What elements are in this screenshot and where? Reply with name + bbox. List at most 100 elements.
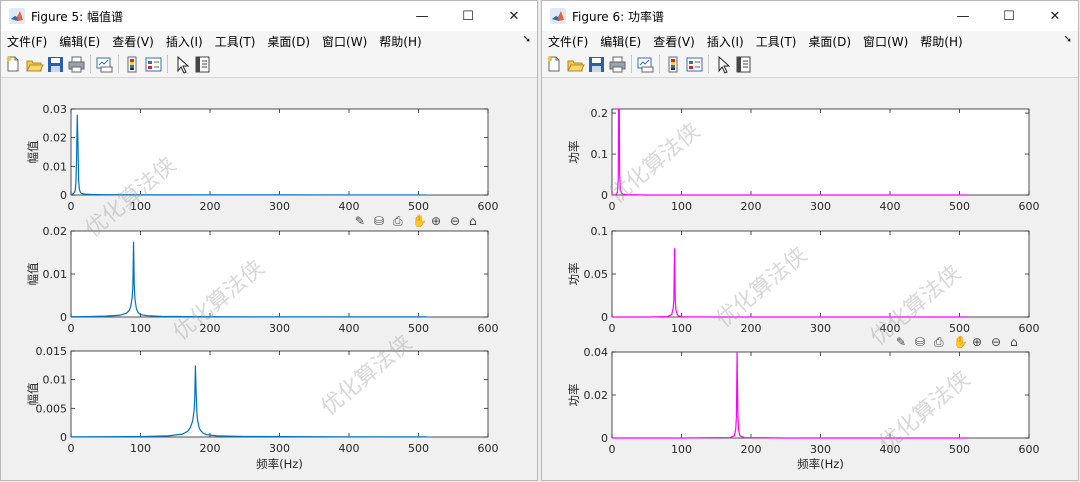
menubar: 文件(F) 编辑(E) 查看(V) 插入(I) 工具(T) 桌面(D) 窗口(W… [1,31,537,51]
new-figure-icon[interactable] [3,54,23,74]
y-tick-label: 0 [601,432,608,445]
y-tick-label: 0.1 [591,148,609,161]
x-tick-label: 0 [68,322,75,335]
axes-box [70,350,489,438]
zoom-in-icon[interactable]: ⊕ [431,214,441,228]
y-axis-label: 功率 [567,141,581,164]
axes[interactable]: 0 100 200 300 400 500 60000.050.1功率 [567,225,1040,335]
x-tick-label: 500 [949,200,970,213]
minimize-button[interactable]: — [940,1,986,31]
save-icon[interactable] [45,54,65,74]
restore-view-icon[interactable]: ⌂ [469,214,477,228]
x-tick-label: 600 [1019,322,1040,335]
property-inspector-icon[interactable] [733,54,753,74]
pan-hand-icon[interactable]: ✋ [412,214,427,228]
menu-window[interactable]: 窗口(W) [316,33,373,50]
property-inspector-icon[interactable] [192,54,212,74]
dock-arrow-icon[interactable]: ➘ [1064,34,1072,45]
x-tick-label: 200 [200,200,221,213]
menu-help[interactable]: 帮助(H) [914,33,968,50]
menu-view[interactable]: 查看(V) [647,33,701,50]
menu-desktop[interactable]: 桌面(D) [261,33,316,50]
x-tick-label: 300 [269,442,290,455]
link-plot-icon[interactable] [94,54,114,74]
menu-view[interactable]: 查看(V) [106,33,160,50]
menu-edit[interactable]: 编辑(E) [594,33,647,50]
export-icon[interactable]: ⎙ [934,335,944,349]
y-axis-label: 幅值 [26,382,40,405]
x-axis-label: 频率(Hz) [797,457,844,471]
data-tips-icon[interactable]: ⛁ [374,214,384,228]
insert-legend-icon[interactable] [684,54,704,74]
menu-tools[interactable]: 工具(T) [209,33,262,50]
edit-plot-arrow-icon[interactable] [712,54,732,74]
print-icon[interactable] [66,54,86,74]
menu-file[interactable]: 文件(F) [1,33,53,50]
matlab-logo-icon [9,8,25,24]
link-plot-icon[interactable] [635,54,655,74]
x-tick-label: 600 [478,442,499,455]
export-icon[interactable]: ⎙ [393,214,403,228]
data-tips-icon[interactable]: ⛁ [915,335,925,349]
x-tick-label: 300 [810,443,831,456]
axes[interactable]: 0 100 200 300 400 500 600 0 0.005 0.01 0.015 幅值 [26,345,499,455]
y-tick-label: 0.01 [43,374,68,387]
window-titlebar[interactable]: Figure 6: 功率谱 — ☐ ✕ [542,1,1078,31]
restore-view-icon[interactable]: ⌂ [1010,335,1018,349]
menu-window[interactable]: 窗口(W) [857,33,914,50]
axes[interactable]: 0 100 200 300 400 500 60000.010.020.03幅值 [26,103,499,213]
x-tick-label: 100 [671,200,692,213]
axes-box [611,351,1030,439]
x-tick-label: 500 [408,322,429,335]
zoom-out-icon[interactable]: ⊖ [991,335,1001,349]
insert-legend-icon[interactable] [143,54,163,74]
brush-icon[interactable]: ✎ [355,214,365,228]
window-titlebar[interactable]: Figure 5: 幅值谱 — ☐ ✕ [1,1,537,31]
axes-toolbar: ✎ ⛁ ⎙ ✋ ⊕ ⊖ ⌂ [355,214,477,228]
menu-file[interactable]: 文件(F) [542,33,594,50]
edit-plot-arrow-icon[interactable] [171,54,191,74]
x-tick-label: 0 [68,200,75,213]
maximize-button[interactable]: ☐ [445,1,491,31]
x-tick-label: 400 [339,442,360,455]
menu-insert[interactable]: 插入(I) [701,33,750,50]
y-tick-label: 0.05 [584,268,609,281]
print-icon[interactable] [607,54,627,74]
insert-colorbar-icon[interactable] [122,54,142,74]
x-tick-label: 600 [1019,443,1040,456]
x-tick-label: 100 [130,322,151,335]
x-tick-label: 300 [269,200,290,213]
toolbar-separator [167,55,168,73]
window-title: Figure 6: 功率谱 [572,9,664,24]
menu-insert[interactable]: 插入(I) [160,33,209,50]
x-tick-label: 600 [478,200,499,213]
menu-edit[interactable]: 编辑(E) [53,33,106,50]
figure-canvas: 0 100 200 300 400 500 600 0 0.01 0.02 0.03 幅值 0 100 20… [1,78,537,481]
open-file-icon[interactable] [565,54,585,74]
save-icon[interactable] [586,54,606,74]
y-axis-label: 幅值 [26,140,40,163]
minimize-button[interactable]: — [399,1,445,31]
x-tick-label: 400 [339,200,360,213]
zoom-out-icon[interactable]: ⊖ [450,214,460,228]
x-tick-label: 500 [408,442,429,455]
menu-tools[interactable]: 工具(T) [750,33,803,50]
toolbar-separator [659,55,660,73]
figure-window: Figure 6: 功率谱 — ☐ ✕ 文件(F) 编辑(E) 查看(V) 插入… [541,0,1079,481]
zoom-in-icon[interactable]: ⊕ [972,335,982,349]
insert-colorbar-icon[interactable] [663,54,683,74]
axes[interactable]: 0 100 200 300 400 500 60000.020.04功率 [567,346,1040,456]
open-file-icon[interactable] [24,54,44,74]
axes[interactable]: 0 100 200 300 400 500 60000.10.2功率 [567,107,1040,213]
maximize-button[interactable]: ☐ [986,1,1032,31]
menu-help[interactable]: 帮助(H) [373,33,427,50]
x-tick-label: 500 [408,200,429,213]
close-button[interactable]: ✕ [491,1,537,31]
dock-arrow-icon[interactable]: ➘ [523,34,531,45]
x-tick-label: 200 [741,443,762,456]
close-button[interactable]: ✕ [1032,1,1078,31]
menu-desktop[interactable]: 桌面(D) [802,33,857,50]
window-title: Figure 5: 幅值谱 [31,9,123,24]
new-figure-icon[interactable] [544,54,564,74]
pan-hand-icon[interactable]: ✋ [953,335,968,349]
